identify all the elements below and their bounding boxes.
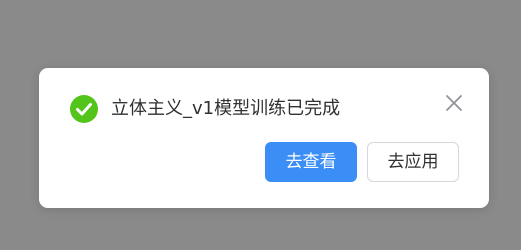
- success-check-icon: [70, 95, 98, 123]
- close-icon[interactable]: [444, 93, 464, 113]
- apply-button[interactable]: 去应用: [367, 142, 459, 182]
- view-button[interactable]: 去查看: [265, 142, 357, 182]
- notification-dialog: 立体主义_v1模型训练已完成 去查看 去应用: [39, 68, 489, 208]
- notification-message: 立体主义_v1模型训练已完成: [111, 98, 341, 119]
